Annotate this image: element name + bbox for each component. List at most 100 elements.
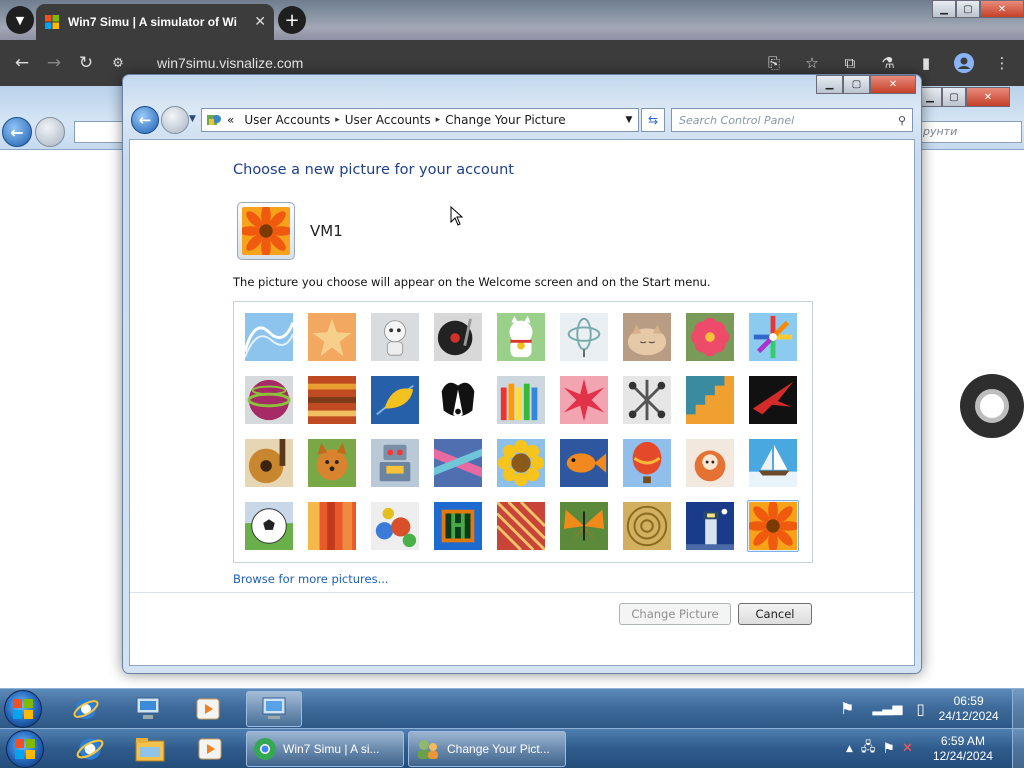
picture-option-textile[interactable] bbox=[495, 500, 547, 552]
taskbar-task-browser[interactable]: Win7 Simu | A si... bbox=[246, 731, 404, 767]
host-media-player-icon[interactable] bbox=[190, 731, 230, 767]
search-icon[interactable]: ⚲ bbox=[898, 114, 906, 127]
breadcrumb-item[interactable]: User Accounts bbox=[345, 113, 431, 127]
back-arrow-icon[interactable]: ← bbox=[6, 47, 38, 79]
picture-option-starfish[interactable] bbox=[306, 311, 358, 363]
picture-option-scarf[interactable] bbox=[432, 437, 484, 489]
picture-option-flower-pink[interactable] bbox=[684, 311, 736, 363]
picture-option-jacks[interactable] bbox=[621, 374, 673, 426]
dialog-back-icon[interactable]: ← bbox=[131, 106, 159, 134]
picture-option-sailboat[interactable] bbox=[747, 437, 799, 489]
picture-option-butterfly[interactable] bbox=[558, 500, 610, 552]
picture-option-basket[interactable] bbox=[621, 500, 673, 552]
background-forward-icon[interactable] bbox=[35, 117, 65, 147]
change-picture-button[interactable]: Change Picture bbox=[619, 603, 731, 625]
refresh-icon[interactable]: ⇆ bbox=[641, 108, 665, 132]
picture-option-crayons[interactable] bbox=[495, 374, 547, 426]
address-dropdown-icon[interactable]: ▼ bbox=[620, 115, 638, 125]
background-search-input[interactable]: рунти bbox=[918, 121, 1022, 143]
picture-option-robot-toy[interactable] bbox=[369, 437, 421, 489]
volume-muted-icon[interactable]: ✕ bbox=[902, 741, 913, 756]
windmill-image bbox=[749, 313, 797, 361]
dialog-forward-icon[interactable] bbox=[161, 106, 189, 134]
picture-option-gyroscope[interactable] bbox=[558, 311, 610, 363]
history-dropdown-icon[interactable]: ▼ bbox=[189, 114, 196, 124]
picture-option-leaf[interactable] bbox=[369, 374, 421, 426]
host-show-desktop-button[interactable] bbox=[1012, 729, 1024, 768]
host-network-icon[interactable]: 🖧 bbox=[861, 738, 876, 760]
picture-option-puppy[interactable] bbox=[306, 437, 358, 489]
host-start-orb-icon[interactable] bbox=[6, 730, 44, 768]
show-desktop-button[interactable] bbox=[1012, 689, 1024, 728]
floating-assist-button[interactable] bbox=[960, 374, 1024, 438]
picture-option-fish[interactable] bbox=[558, 437, 610, 489]
start-orb-icon[interactable] bbox=[4, 690, 42, 728]
picture-option-dog[interactable] bbox=[432, 374, 484, 426]
background-window-controls: ▁ ▢ ✕ bbox=[918, 87, 1010, 107]
maximize-icon[interactable]: ▢ bbox=[956, 0, 980, 18]
close-icon[interactable]: ✕ bbox=[980, 0, 1024, 18]
picture-option-kitten[interactable] bbox=[621, 311, 673, 363]
picture-option-paper-star[interactable] bbox=[558, 374, 610, 426]
dialog-maximize-icon[interactable]: ▢ bbox=[843, 75, 870, 94]
host-internet-explorer-icon[interactable] bbox=[70, 731, 110, 767]
computer-icon[interactable] bbox=[128, 691, 168, 727]
picture-option-soccer-ball[interactable] bbox=[243, 500, 295, 552]
picture-option-stairs[interactable] bbox=[684, 374, 736, 426]
picture-option-roller-coaster[interactable] bbox=[243, 311, 295, 363]
dialog-close-icon[interactable]: ✕ bbox=[870, 75, 916, 94]
host-action-center-icon[interactable]: ⚑ bbox=[882, 741, 895, 757]
account-name: VM1 bbox=[310, 222, 343, 240]
picture-option-fabric-orange[interactable] bbox=[306, 500, 358, 552]
close-tab-icon[interactable]: ✕ bbox=[254, 14, 266, 30]
menu-kebab-icon[interactable]: ⋮ bbox=[986, 47, 1018, 79]
host-clock[interactable]: 6:59 AM 12/24/2024 bbox=[933, 734, 993, 764]
picture-option-guitar[interactable] bbox=[243, 437, 295, 489]
picture-option-lucky-cat[interactable] bbox=[495, 311, 547, 363]
picture-option-ball-striped[interactable] bbox=[243, 374, 295, 426]
breadcrumb-separator-icon[interactable]: ▸ bbox=[335, 115, 340, 125]
picture-option-balloon[interactable] bbox=[621, 437, 673, 489]
picture-option-doll[interactable] bbox=[684, 437, 736, 489]
show-hidden-icons-icon[interactable]: ▲ bbox=[846, 744, 853, 754]
picture-option-fabric[interactable] bbox=[306, 374, 358, 426]
bg-close-icon[interactable]: ✕ bbox=[966, 87, 1010, 107]
breadcrumb-item[interactable]: User Accounts bbox=[244, 113, 330, 127]
new-tab-button[interactable]: + bbox=[278, 6, 306, 34]
forward-arrow-icon[interactable]: → bbox=[38, 47, 70, 79]
picture-option-sunflower[interactable] bbox=[495, 437, 547, 489]
picture-option-flower-orange[interactable] bbox=[747, 500, 799, 552]
file-explorer-icon[interactable] bbox=[130, 731, 170, 767]
minimize-icon[interactable]: ▁ bbox=[932, 0, 956, 18]
dialog-address-bar[interactable]: « User Accounts ▸ User Accounts ▸ Change… bbox=[201, 108, 639, 132]
search-control-panel-input[interactable]: Search Control Panel ⚲ bbox=[671, 108, 913, 132]
bg-maximize-icon[interactable]: ▢ bbox=[942, 87, 966, 107]
browse-more-pictures-link[interactable]: Browse for more pictures... bbox=[233, 572, 389, 586]
cancel-button[interactable]: Cancel bbox=[738, 603, 812, 625]
dialog-minimize-icon[interactable]: ▁ bbox=[816, 75, 843, 94]
breadcrumb-overflow[interactable]: « bbox=[227, 113, 234, 127]
media-player-icon[interactable] bbox=[188, 691, 228, 727]
picture-option-origami-crane[interactable] bbox=[747, 374, 799, 426]
simulated-clock[interactable]: 06:59 24/12/2024 bbox=[939, 694, 999, 724]
internet-explorer-icon[interactable] bbox=[66, 691, 106, 727]
picture-option-record-player[interactable] bbox=[432, 311, 484, 363]
current-account-picture bbox=[237, 202, 295, 260]
taskbar-task-change-picture[interactable]: Change Your Pict... bbox=[408, 731, 566, 767]
picture-option-windmill[interactable] bbox=[747, 311, 799, 363]
network-signal-icon[interactable]: ▂▃▅ bbox=[872, 701, 902, 716]
tab-search-dropdown-icon[interactable]: ▼ bbox=[6, 6, 34, 34]
action-center-flag-icon[interactable]: ⚑ bbox=[840, 699, 854, 718]
picture-option-chess-board[interactable] bbox=[432, 500, 484, 552]
breadcrumb-separator-icon[interactable]: ▸ bbox=[436, 115, 441, 125]
battery-icon[interactable]: ▯ bbox=[916, 700, 924, 718]
taskbar-task-control-panel[interactable] bbox=[246, 691, 302, 727]
profile-avatar-icon[interactable] bbox=[948, 47, 980, 79]
picture-option-marbles[interactable] bbox=[369, 500, 421, 552]
reload-icon[interactable]: ↻ bbox=[70, 47, 102, 79]
browser-tab-active[interactable]: Win7 Simu | A simulator of Wi ✕ bbox=[36, 4, 274, 40]
background-back-icon[interactable]: ← bbox=[2, 117, 32, 147]
picture-option-lighthouse[interactable] bbox=[684, 500, 736, 552]
picture-option-robot-white[interactable] bbox=[369, 311, 421, 363]
breadcrumb-item-current[interactable]: Change Your Picture bbox=[445, 113, 565, 127]
